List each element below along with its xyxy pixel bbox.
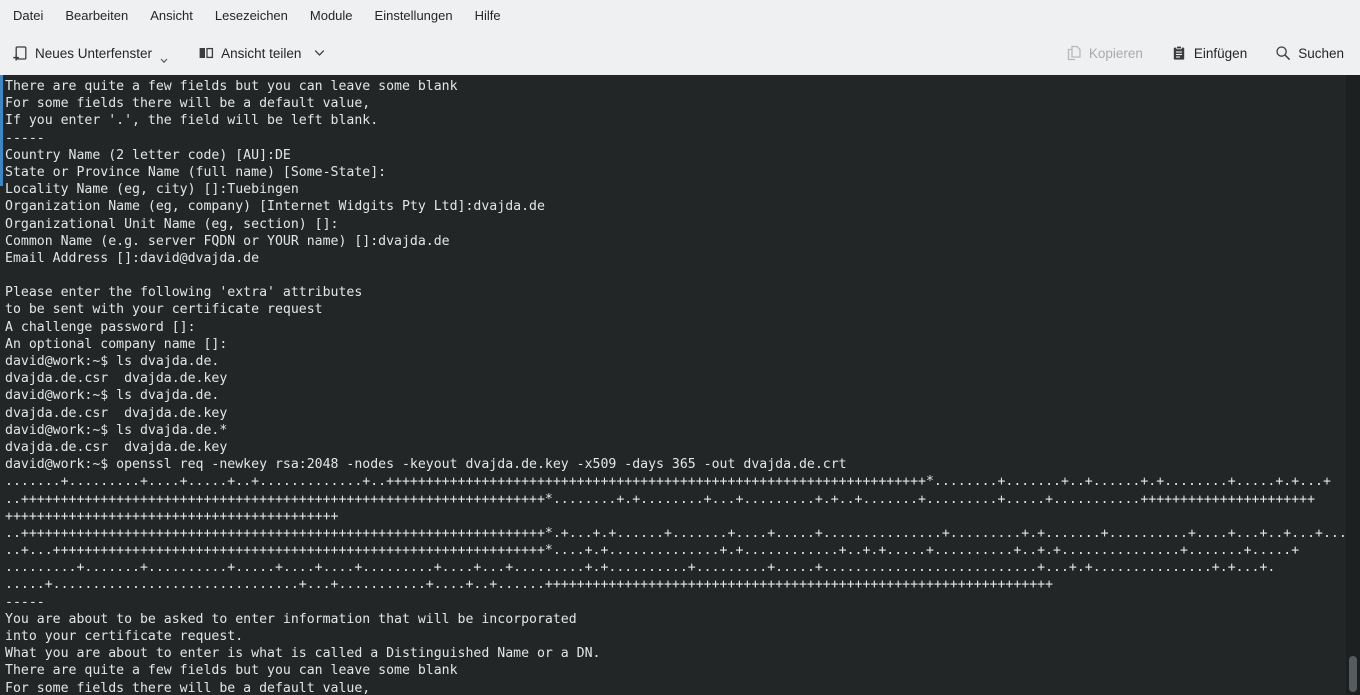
new-tab-label: Neues Unterfenster bbox=[35, 46, 152, 61]
terminal-line: Locality Name (eg, city) []:Tuebingen bbox=[0, 181, 1346, 198]
terminal-line: to be sent with your certificate request bbox=[0, 301, 1346, 318]
terminal-line: dvajda.de.csr dvajda.de.key bbox=[0, 405, 1346, 422]
toolbar-right-group: Kopieren Einfügen bbox=[1064, 41, 1346, 65]
terminal-line: dvajda.de.csr dvajda.de.key bbox=[0, 370, 1346, 387]
menu-item-module[interactable]: Module bbox=[299, 0, 364, 31]
terminal-view[interactable]: There are quite a few fields but you can… bbox=[0, 75, 1360, 695]
terminal-line: .......+.........+....+.....+..+........… bbox=[0, 473, 1346, 490]
konsole-window: DateiBearbeitenAnsichtLesezeichenModuleE… bbox=[0, 0, 1360, 695]
search-label: Suchen bbox=[1298, 46, 1344, 61]
paste-label: Einfügen bbox=[1194, 46, 1247, 61]
menu-item-lesezeichen[interactable]: Lesezeichen bbox=[204, 0, 299, 31]
terminal-line: ..++++++++++++++++++++++++++++++++++++++… bbox=[0, 491, 1346, 508]
terminal-line: There are quite a few fields but you can… bbox=[0, 78, 1346, 95]
terminal-line: ----- bbox=[0, 594, 1346, 611]
terminal-line: Please enter the following 'extra' attri… bbox=[0, 284, 1346, 301]
new-output-marker bbox=[0, 75, 3, 186]
terminal-line: .....+...............................+..… bbox=[0, 576, 1346, 593]
terminal-line: For some fields there will be a default … bbox=[0, 95, 1346, 112]
terminal-line: into your certificate request. bbox=[0, 628, 1346, 645]
terminal-line: You are about to be asked to enter infor… bbox=[0, 611, 1346, 628]
menu-item-einstellungen[interactable]: Einstellungen bbox=[364, 0, 464, 31]
terminal-line: What you are about to enter is what is c… bbox=[0, 645, 1346, 662]
new-tab-icon bbox=[12, 45, 28, 61]
terminal-line: Organization Name (eg, company) [Interne… bbox=[0, 198, 1346, 215]
terminal-line: Country Name (2 letter code) [AU]:DE bbox=[0, 147, 1346, 164]
terminal-line: For some fields there will be a default … bbox=[0, 680, 1346, 695]
scrollbar-thumb[interactable] bbox=[1349, 656, 1357, 692]
terminal-line: dvajda.de.csr dvajda.de.key bbox=[0, 439, 1346, 456]
terminal-line: An optional company name []: bbox=[0, 336, 1346, 353]
paste-button[interactable]: Einfügen bbox=[1169, 41, 1249, 65]
copy-button[interactable]: Kopieren bbox=[1064, 41, 1145, 65]
toolbar-left-group: Neues Unterfenster Ansicht teilen bbox=[10, 41, 327, 65]
terminal-line: A challenge password []: bbox=[0, 319, 1346, 336]
terminal-line: ----- bbox=[0, 130, 1346, 147]
split-view-label: Ansicht teilen bbox=[221, 46, 301, 61]
terminal-line: Common Name (e.g. server FQDN or YOUR na… bbox=[0, 233, 1346, 250]
search-icon bbox=[1275, 45, 1291, 61]
terminal-line: david@work:~$ ls dvajda.de.* bbox=[0, 422, 1346, 439]
terminal-lines: There are quite a few fields but you can… bbox=[0, 78, 1346, 695]
split-view-button[interactable]: Ansicht teilen bbox=[196, 41, 327, 65]
menu-bar: DateiBearbeitenAnsichtLesezeichenModuleE… bbox=[0, 0, 1360, 31]
terminal-line: ..++++++++++++++++++++++++++++++++++++++… bbox=[0, 525, 1346, 542]
new-tab-button[interactable]: Neues Unterfenster bbox=[10, 41, 170, 65]
terminal-line bbox=[0, 267, 1346, 284]
chevron-down-icon bbox=[160, 58, 168, 64]
terminal-line: david@work:~$ openssl req -newkey rsa:20… bbox=[0, 456, 1346, 473]
terminal-line: .........+.......+..........+.....+....+… bbox=[0, 559, 1346, 576]
menu-item-datei[interactable]: Datei bbox=[2, 0, 54, 31]
toolbar: Neues Unterfenster Ansicht teilen bbox=[0, 31, 1360, 75]
terminal-line: If you enter '.', the field will be left… bbox=[0, 112, 1346, 129]
terminal-line: State or Province Name (full name) [Some… bbox=[0, 164, 1346, 181]
terminal-line: ..+...++++++++++++++++++++++++++++++++++… bbox=[0, 542, 1346, 559]
copy-icon bbox=[1066, 45, 1082, 61]
search-button[interactable]: Suchen bbox=[1273, 41, 1346, 65]
menu-item-hilfe[interactable]: Hilfe bbox=[464, 0, 512, 31]
copy-label: Kopieren bbox=[1089, 46, 1143, 61]
terminal-line: david@work:~$ ls dvajda.de. bbox=[0, 387, 1346, 404]
terminal-line: ++++++++++++++++++++++++++++++++++++++++… bbox=[0, 508, 1346, 525]
split-view-icon bbox=[198, 45, 214, 61]
menu-item-bearbeiten[interactable]: Bearbeiten bbox=[54, 0, 139, 31]
scrollbar-track[interactable] bbox=[1346, 75, 1360, 695]
chevron-down-icon bbox=[314, 49, 325, 57]
menu-item-ansicht[interactable]: Ansicht bbox=[139, 0, 204, 31]
terminal-line: Email Address []:david@dvajda.de bbox=[0, 250, 1346, 267]
terminal-line: Organizational Unit Name (eg, section) [… bbox=[0, 216, 1346, 233]
terminal-line: david@work:~$ ls dvajda.de. bbox=[0, 353, 1346, 370]
terminal-line: There are quite a few fields but you can… bbox=[0, 662, 1346, 679]
clipboard-icon bbox=[1171, 45, 1187, 61]
